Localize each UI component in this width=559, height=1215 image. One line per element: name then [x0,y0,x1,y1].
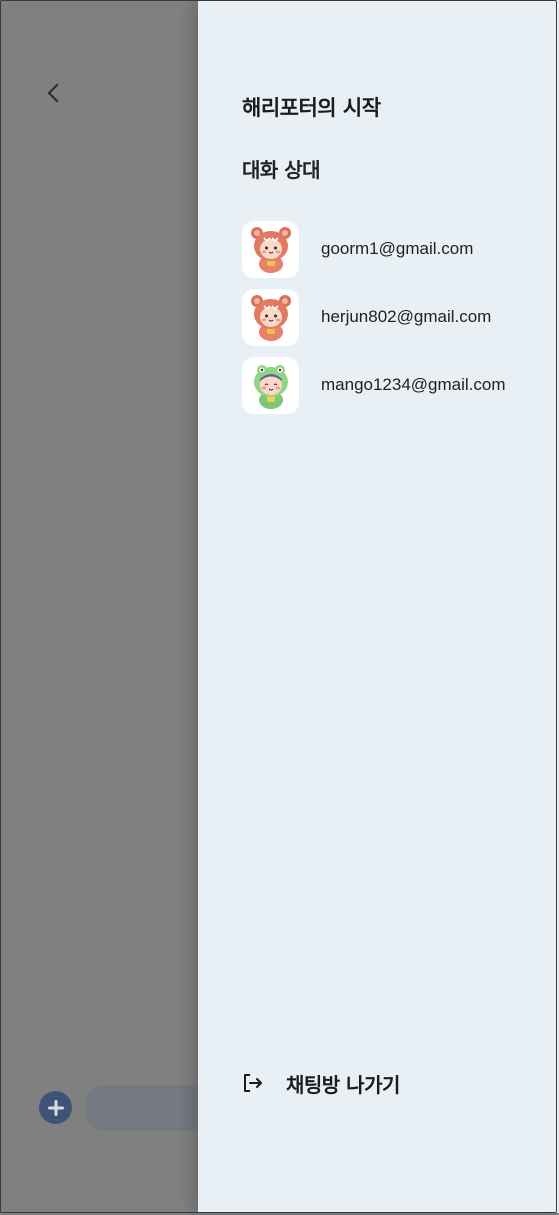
chat-room-drawer: 해리포터의 시작 대화 상대 goorm1@gmail.com herjun80… [198,0,559,1213]
back-button[interactable] [40,80,66,106]
member-email: mango1234@gmail.com [321,375,506,394]
plus-icon [47,1099,64,1116]
room-title: 해리포터의 시작 [242,96,381,120]
attach-button[interactable] [39,1091,72,1124]
logout-icon [244,1074,262,1092]
members-section-label: 대화 상대 [242,158,321,182]
member-email: goorm1@gmail.com [321,239,474,258]
member-email: herjun802@gmail.com [321,307,492,326]
bear-costume-avatar [242,220,299,278]
bear-costume-avatar [242,288,299,346]
chevron-left-icon [47,83,59,103]
member-item[interactable]: mango1234@gmail.com [242,356,552,414]
member-item[interactable]: herjun802@gmail.com [242,288,552,346]
drawer-bottom-divider [198,1212,532,1213]
member-list: goorm1@gmail.com herjun802@gmail.com man… [242,220,552,424]
leave-chatroom-button[interactable]: 채팅방 나가기 [242,1066,400,1100]
leave-chatroom-label: 채팅방 나가기 [286,1072,400,1097]
member-item[interactable]: goorm1@gmail.com [242,220,552,278]
frog-costume-avatar [242,356,299,414]
